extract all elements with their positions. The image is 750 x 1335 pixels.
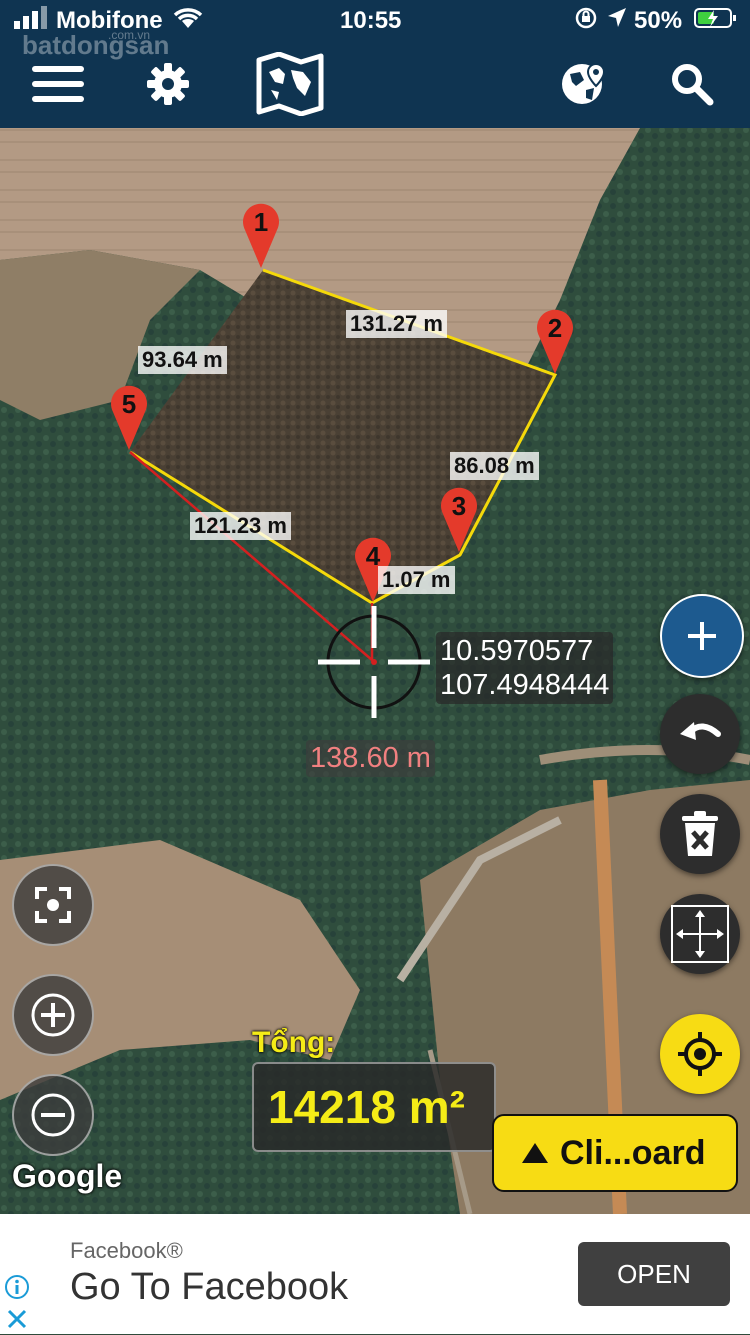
search-icon[interactable] bbox=[664, 56, 720, 112]
zoom-in-icon bbox=[31, 993, 75, 1037]
svg-text:1: 1 bbox=[254, 207, 268, 237]
undo-icon bbox=[680, 722, 721, 740]
ad-banner[interactable]: Facebook® Go To Facebook OPEN bbox=[0, 1214, 750, 1334]
undo-button[interactable] bbox=[660, 694, 740, 774]
total-area: 14218 m² bbox=[252, 1062, 496, 1152]
svg-text:2: 2 bbox=[548, 313, 562, 343]
map-marker[interactable]: 3 bbox=[438, 484, 480, 559]
ad-open-button[interactable]: OPEN bbox=[578, 1242, 730, 1306]
focus-icon bbox=[35, 887, 71, 923]
gear-icon[interactable] bbox=[140, 56, 196, 112]
caret-up-icon bbox=[522, 1143, 548, 1163]
map-marker[interactable]: 1 bbox=[240, 200, 282, 275]
battery-percent: 50% bbox=[634, 7, 683, 34]
zoom-out-icon bbox=[31, 1093, 75, 1137]
clipboard-button[interactable]: Cli...oard bbox=[492, 1114, 738, 1192]
map-icon[interactable] bbox=[255, 50, 325, 118]
clipboard-label: Cli...oard bbox=[560, 1133, 706, 1172]
orientation-lock-icon bbox=[574, 6, 598, 36]
ad-title[interactable]: Go To Facebook bbox=[70, 1266, 348, 1309]
coordinate-readout: 10.5970577 107.4948444 bbox=[436, 632, 614, 704]
segment-length-label: 1.07 m bbox=[378, 566, 455, 594]
total-label: Tổng: bbox=[252, 1026, 336, 1059]
latitude: 10.5970577 bbox=[440, 635, 594, 667]
svg-text:3: 3 bbox=[452, 491, 466, 521]
segment-length-label: 121.23 m bbox=[190, 512, 291, 540]
svg-text:5: 5 bbox=[122, 389, 136, 419]
cursor-distance: 138.60 m bbox=[306, 740, 435, 777]
close-icon[interactable] bbox=[6, 1308, 28, 1335]
clock: 10:55 bbox=[340, 7, 402, 34]
location-arrow-icon bbox=[606, 6, 628, 36]
map-marker[interactable]: 5 bbox=[108, 382, 150, 457]
focus-button[interactable] bbox=[12, 864, 94, 946]
plus-icon bbox=[688, 622, 716, 650]
segment-length-label: 86.08 m bbox=[450, 452, 539, 480]
add-point-button[interactable] bbox=[660, 594, 744, 678]
trash-icon bbox=[682, 811, 718, 856]
menu-icon[interactable] bbox=[30, 56, 86, 112]
wifi-icon bbox=[172, 6, 204, 36]
delete-button[interactable] bbox=[660, 794, 740, 874]
locate-icon bbox=[678, 1032, 722, 1076]
map-marker[interactable]: 2 bbox=[534, 306, 576, 381]
info-icon[interactable] bbox=[4, 1274, 30, 1305]
top-bar: Mobifone 10:55 50% batdongsan .com.vn bbox=[0, 0, 750, 128]
zoom-in-button[interactable] bbox=[12, 974, 94, 1056]
watermark-domain: .com.vn bbox=[108, 28, 151, 42]
fit-bounds-icon bbox=[671, 905, 729, 963]
globe-pin-icon[interactable] bbox=[556, 56, 612, 112]
ad-source: Facebook® bbox=[70, 1238, 183, 1263]
longitude: 107.4948444 bbox=[440, 669, 610, 701]
crosshair-icon bbox=[312, 600, 436, 729]
segment-length-label: 93.64 m bbox=[138, 346, 227, 374]
segment-length-label: 131.27 m bbox=[346, 310, 447, 338]
satellite-map[interactable]: 1 2 3 4 5 131.27 m 86.08 m 1.07 m 121.23… bbox=[0, 128, 750, 1214]
zoom-out-button[interactable] bbox=[12, 1074, 94, 1156]
locate-button[interactable] bbox=[660, 1014, 740, 1094]
google-attribution: Google bbox=[12, 1158, 123, 1194]
fit-bounds-button[interactable] bbox=[660, 894, 740, 974]
battery-icon bbox=[694, 6, 738, 36]
